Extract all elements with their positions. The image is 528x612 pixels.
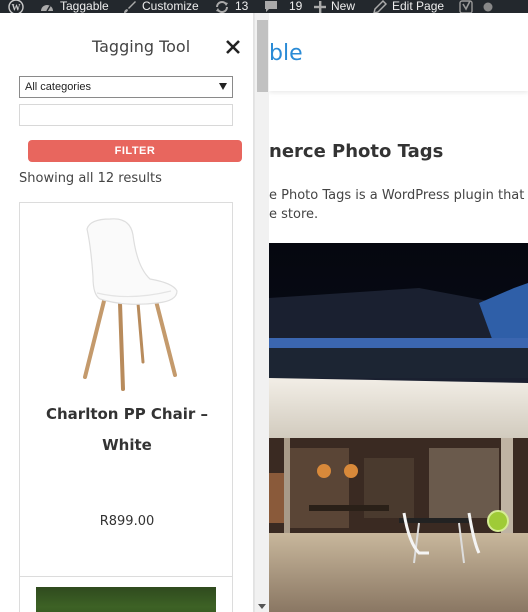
plus-icon [314,0,326,13]
status-dot-icon [483,2,493,11]
close-panel-button[interactable] [225,39,241,55]
tagging-tool-panel: Tagging Tool All categories FILTER Showi… [0,13,254,612]
product-name[interactable]: Charlton PP Chair – White [30,399,224,461]
category-select[interactable]: All categories [19,76,233,98]
product-card[interactable] [19,576,233,612]
site-logo[interactable]: ble [269,41,303,66]
product-name-line2: White [102,436,152,454]
product-card[interactable]: Charlton PP Chair – White R899.00 [19,202,233,579]
seo-score-indicator [483,0,493,13]
tagged-photo[interactable] [269,243,528,612]
comments-link[interactable]: 19 [264,0,302,13]
photo-tag-hotspot[interactable] [487,510,509,532]
results-count: Showing all 12 results [19,171,162,186]
admin-bar: W Taggable Customize 13 19 New Edit Page [0,0,528,15]
chair-image [83,218,178,391]
new-content-link[interactable]: New [314,0,355,13]
category-select-value: All categories [25,81,92,93]
scroll-down-arrow-icon[interactable] [258,604,266,609]
panel-scrollbar[interactable] [254,13,269,612]
dropdown-arrow-icon [219,83,227,90]
wordpress-logo-icon[interactable]: W [8,0,24,15]
post-text-line: e store. [269,207,319,222]
product-price: R899.00 [99,514,155,529]
svg-text:W: W [12,2,21,12]
yoast-seo-link[interactable] [459,0,475,14]
panel-title: Tagging Tool [92,37,191,56]
comment-icon [265,1,277,12]
product-name-line1: Charlton PP Chair – [45,405,208,423]
site-name-label: Taggable [60,0,109,13]
customize-label: Customize [142,0,199,13]
post-text-line: e Photo Tags is a WordPress plugin that … [269,188,528,203]
pencil-icon [373,0,387,14]
new-label: New [331,0,356,13]
updates-count: 13 [235,0,249,13]
dashboard-icon [41,4,53,11]
post-title: nerce Photo Tags [269,141,444,162]
customize-link[interactable]: Customize [123,0,199,13]
product-search-input[interactable] [19,104,233,126]
edit-page-label: Edit Page [392,0,445,13]
product-image [36,587,216,612]
filter-button[interactable]: FILTER [28,140,242,162]
scrollbar-thumb[interactable] [257,20,268,92]
edit-page-link[interactable]: Edit Page [373,0,445,14]
page-content: ble nerce Photo Tags e Photo Tags is a W… [269,13,528,612]
post-text: e Photo Tags is a WordPress plugin that … [269,186,528,224]
site-header: ble [269,13,528,91]
site-name-link[interactable]: Taggable [39,0,109,13]
yoast-icon [459,0,473,14]
comments-count: 19 [289,0,303,13]
updates-link[interactable]: 13 [214,0,248,13]
brush-icon [124,0,136,13]
close-icon [226,40,240,54]
updates-icon [216,0,228,13]
